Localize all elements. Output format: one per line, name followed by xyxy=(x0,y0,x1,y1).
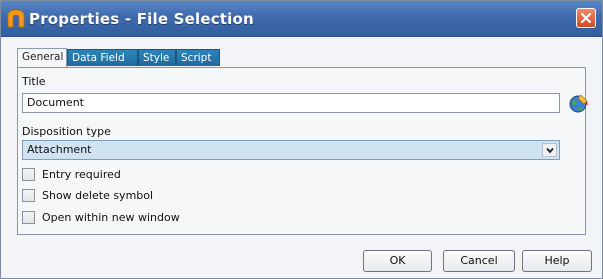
tab-script[interactable]: Script xyxy=(176,49,220,66)
chevron-down-icon xyxy=(546,147,554,154)
close-button[interactable] xyxy=(576,8,596,28)
disposition-label: Disposition type xyxy=(22,125,111,138)
disposition-value: Attachment xyxy=(27,143,92,156)
tab-style[interactable]: Style xyxy=(138,49,176,66)
help-button[interactable]: Help xyxy=(522,250,592,272)
open-new-window-checkbox[interactable] xyxy=(22,211,35,224)
title-label: Title xyxy=(22,75,46,88)
localize-button[interactable] xyxy=(569,93,589,115)
tab-data-field[interactable]: Data Field xyxy=(67,49,138,66)
globe-edit-icon xyxy=(569,94,588,113)
close-icon xyxy=(581,13,591,23)
ok-button[interactable]: OK xyxy=(363,250,432,272)
show-delete-symbol-checkbox[interactable] xyxy=(22,189,35,202)
entry-required-checkbox[interactable] xyxy=(22,168,35,181)
title-input[interactable]: Document xyxy=(22,93,560,113)
cancel-button[interactable]: Cancel xyxy=(443,250,515,272)
app-arch-icon xyxy=(7,9,25,28)
title-bar[interactable]: Properties - File Selection xyxy=(1,1,602,37)
tab-general[interactable]: General xyxy=(17,48,67,67)
properties-dialog: Properties - File Selection General Data… xyxy=(0,0,603,279)
show-delete-symbol-label: Show delete symbol xyxy=(42,189,154,202)
dropdown-button[interactable] xyxy=(542,143,557,157)
open-new-window-label: Open within new window xyxy=(42,211,180,224)
entry-required-label: Entry required xyxy=(42,168,121,181)
window-title: Properties - File Selection xyxy=(29,10,254,28)
disposition-select[interactable]: Attachment xyxy=(22,140,560,160)
